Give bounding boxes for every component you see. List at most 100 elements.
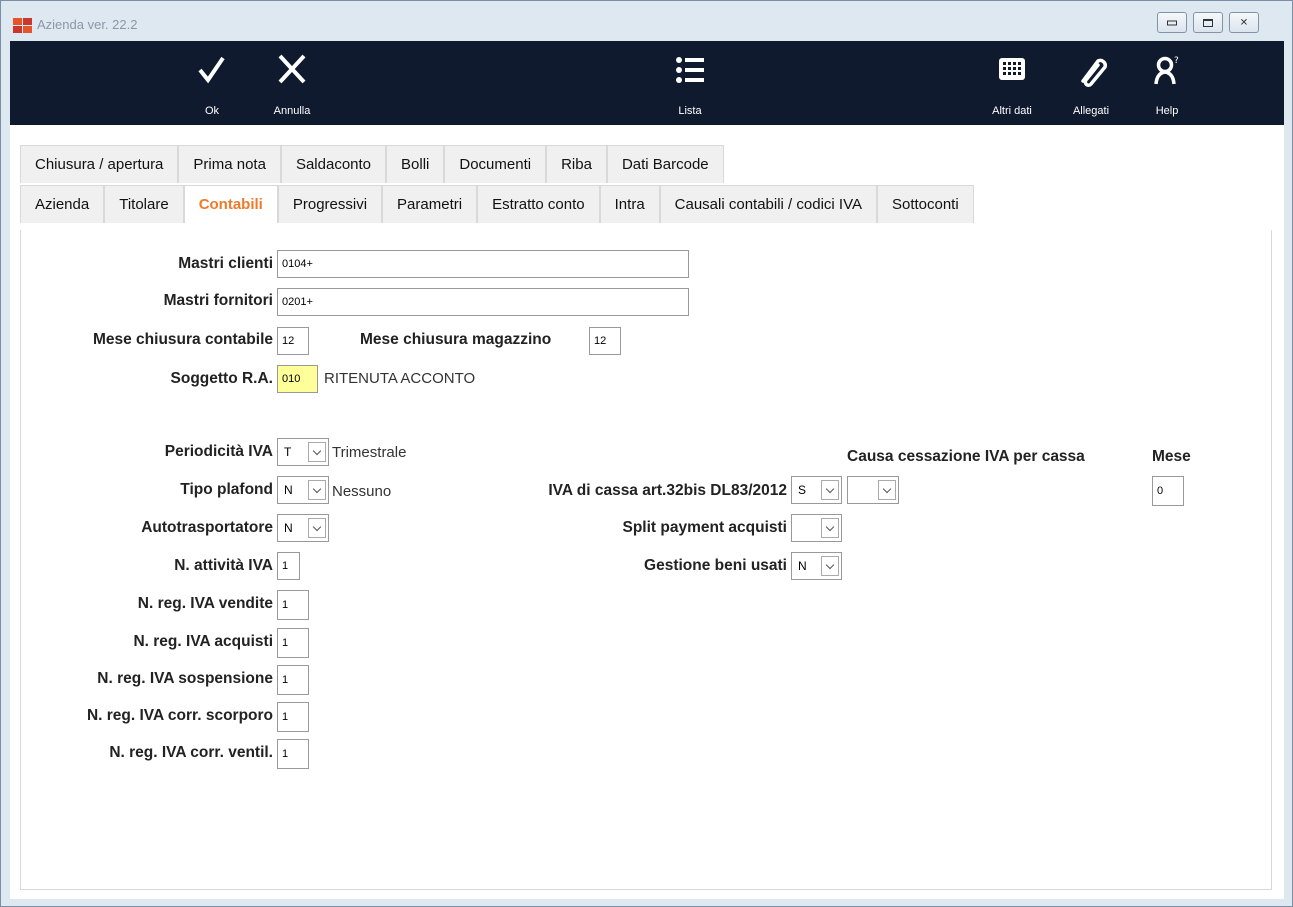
lista-button[interactable]: Lista — [665, 41, 715, 125]
svg-text:?: ? — [1174, 56, 1179, 66]
tab-titolare[interactable]: Titolare — [104, 185, 184, 223]
allegati-button[interactable]: Allegati — [1063, 41, 1119, 125]
periodicita-iva-label: Periodicità IVA — [164, 443, 273, 460]
tab-intra[interactable]: Intra — [599, 185, 660, 223]
help-button[interactable]: ? Help — [1145, 41, 1189, 125]
lista-label: Lista — [678, 105, 702, 117]
paperclip-icon — [1081, 58, 1107, 87]
checkmark-icon — [198, 56, 225, 84]
n-reg-iva-scorporo-label: N. reg. IVA corr. scorporo — [86, 707, 273, 724]
iva-cassa-select[interactable]: S — [791, 476, 842, 504]
n-reg-iva-sospensione-label: N. reg. IVA sospensione — [97, 670, 273, 687]
beni-usati-select[interactable]: N — [791, 552, 842, 580]
content-area: Chiusura / apertura Prima nota Saldacont… — [10, 125, 1284, 899]
chevron-down-icon — [878, 480, 896, 500]
mastri-clienti-label: Mastri clienti — [178, 255, 273, 272]
tab-estratto-conto[interactable]: Estratto conto — [477, 185, 600, 223]
chevron-down-icon — [821, 480, 839, 500]
mese-chiusura-contabile-field[interactable] — [277, 327, 309, 355]
chevron-down-icon — [308, 518, 326, 538]
close-x-icon — [278, 54, 306, 84]
autotrasportatore-value: N — [284, 521, 293, 535]
minimize-button[interactable] — [1157, 12, 1187, 33]
soggetto-ra-field[interactable] — [277, 365, 318, 393]
soggetto-ra-label: Soggetto R.A. — [170, 370, 273, 387]
close-icon: ✕ — [1239, 17, 1249, 28]
tab-saldaconto[interactable]: Saldaconto — [280, 145, 387, 183]
mese-field[interactable] — [1152, 476, 1184, 506]
causa-cessazione-select[interactable] — [847, 476, 899, 504]
n-reg-iva-ventil-field[interactable] — [277, 739, 309, 769]
n-reg-iva-acquisti-field[interactable] — [277, 628, 309, 658]
close-button[interactable]: ✕ — [1229, 12, 1259, 33]
mese-label: Mese — [1152, 448, 1191, 465]
tab-riba[interactable]: Riba — [546, 145, 607, 183]
mese-chiusura-magazzino-field[interactable] — [589, 327, 621, 355]
n-reg-iva-sospensione-field[interactable] — [277, 665, 309, 695]
app-logo-icon — [13, 18, 33, 34]
toolbar: Ok Annulla Lista Altri dati Allegati ? H… — [10, 41, 1284, 125]
n-reg-iva-acquisti-label: N. reg. IVA acquisti — [133, 633, 273, 650]
beni-usati-label: Gestione beni usati — [644, 557, 787, 574]
n-attivita-iva-field[interactable] — [277, 552, 300, 580]
n-reg-iva-ventil-label: N. reg. IVA corr. ventil. — [109, 744, 273, 761]
tipo-plafond-label: Tipo plafond — [180, 481, 273, 498]
chevron-down-icon — [308, 480, 326, 500]
tab-bolli[interactable]: Bolli — [386, 145, 445, 183]
altri-dati-label: Altri dati — [992, 105, 1032, 117]
split-payment-select[interactable] — [791, 514, 842, 542]
allegati-label: Allegati — [1072, 105, 1110, 117]
tab-sottoconti[interactable]: Sottoconti — [876, 185, 974, 223]
tipo-plafond-select[interactable]: N — [277, 476, 329, 504]
chevron-down-icon — [821, 518, 839, 538]
chevron-down-icon — [308, 442, 326, 462]
ok-button[interactable]: Ok — [190, 41, 234, 125]
altri-dati-button[interactable]: Altri dati — [983, 41, 1041, 125]
iva-cassa-value: S — [798, 483, 807, 497]
beni-usati-value: N — [798, 559, 807, 573]
periodicita-iva-select[interactable]: T — [277, 438, 329, 466]
tab-progressivi[interactable]: Progressivi — [277, 185, 383, 223]
iva-cassa-label: IVA di cassa art.32bis DL83/2012 — [548, 482, 787, 499]
periodicita-iva-desc: Trimestrale — [332, 444, 407, 461]
tipo-plafond-value: N — [284, 483, 293, 497]
mastri-fornitori-field[interactable] — [277, 288, 689, 316]
annulla-button[interactable]: Annulla — [262, 41, 322, 125]
tab-chiusura-apertura[interactable]: Chiusura / apertura — [20, 145, 179, 183]
tab-causali-contabili[interactable]: Causali contabili / codici IVA — [659, 185, 877, 223]
soggetto-ra-desc: RITENUTA ACCONTO — [324, 370, 476, 387]
split-payment-label: Split payment acquisti — [622, 519, 787, 536]
window-title: Azienda ver. 22.2 — [37, 17, 138, 32]
n-reg-iva-vendite-field[interactable] — [277, 590, 309, 620]
chevron-down-icon — [821, 556, 839, 576]
tipo-plafond-desc: Nessuno — [332, 483, 392, 500]
tab-azienda[interactable]: Azienda — [20, 185, 105, 223]
help-label: Help — [1155, 105, 1179, 117]
minimize-icon — [1167, 20, 1177, 25]
keypad-icon — [999, 58, 1025, 80]
mese-chiusura-magazzino-label: Mese chiusura magazzino — [360, 331, 552, 348]
tab-parametri[interactable]: Parametri — [382, 185, 478, 223]
mastri-clienti-field[interactable] — [277, 250, 689, 278]
maximize-icon — [1203, 18, 1213, 27]
n-reg-iva-scorporo-field[interactable] — [277, 702, 309, 732]
help-person-icon: ? — [1154, 56, 1179, 85]
periodicita-iva-value: T — [284, 445, 292, 459]
n-attivita-iva-label: N. attività IVA — [174, 557, 273, 574]
maximize-button[interactable] — [1193, 12, 1223, 33]
annulla-label: Annulla — [273, 105, 311, 117]
causa-cessazione-label: Causa cessazione IVA per cassa — [847, 448, 1085, 465]
title-bar: Azienda ver. 22.2 ✕ — [1, 1, 1292, 41]
app-window: Azienda ver. 22.2 ✕ Ok Annulla Lista Alt… — [0, 0, 1293, 907]
tab-contabili[interactable]: Contabili — [183, 185, 278, 223]
list-icon — [676, 57, 704, 83]
n-reg-iva-vendite-label: N. reg. IVA vendite — [137, 595, 273, 612]
tab-row-2: Azienda Titolare Contabili Progressivi P… — [20, 185, 974, 223]
ok-label: Ok — [204, 105, 220, 117]
tab-row-1: Chiusura / apertura Prima nota Saldacont… — [20, 145, 724, 183]
tab-dati-barcode[interactable]: Dati Barcode — [606, 145, 724, 183]
tab-documenti[interactable]: Documenti — [444, 145, 547, 183]
tab-prima-nota[interactable]: Prima nota — [178, 145, 281, 183]
autotrasportatore-select[interactable]: N — [277, 514, 329, 542]
mastri-fornitori-label: Mastri fornitori — [163, 292, 273, 309]
